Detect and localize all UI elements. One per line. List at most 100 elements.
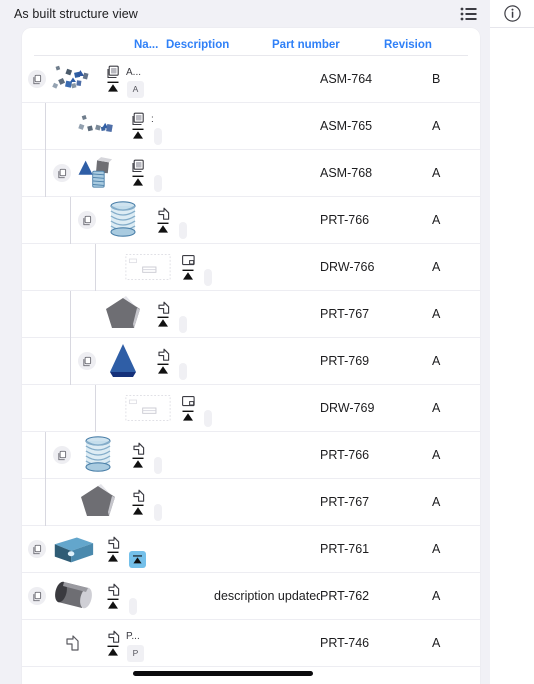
exploded-assembly-small-thumbnail [75,106,121,146]
row-revision: A [432,354,441,368]
cone-box-coil-assembly-thumbnail [75,153,121,193]
row-type-icons [102,582,124,610]
table-row[interactable]: PRT-766 A [22,196,480,244]
row-description: description updated [214,589,320,603]
expand-subtree-button[interactable] [78,211,96,229]
row-part-number: PRT-767 [320,495,370,509]
row-revision: A [432,495,441,509]
expand-subtree-button[interactable] [28,540,46,558]
row-status-badge [204,409,212,427]
expand-subtree-button[interactable] [53,164,71,182]
row-revision: A [432,542,441,556]
row-revision: B [432,72,441,86]
row-revision: A [432,166,441,180]
tree-guide-line [45,478,46,526]
blue-cone-thumbnail [100,341,146,381]
row-part-number: ASM-765 [320,119,373,133]
row-type-icons [152,206,174,234]
row-status-badge [129,550,146,568]
row-tree-cell [22,196,214,244]
row-type-icons [152,300,174,328]
page-title: As built structure view [14,7,138,21]
column-header-revision[interactable]: Revision [384,39,454,55]
row-tree-cell [22,337,214,385]
expand-subtree-button[interactable] [53,446,71,464]
table-row[interactable]: ASM-768 A [22,149,480,197]
row-revision: A [432,589,441,603]
tree-guide-line [45,431,46,479]
row-status-badge [154,174,162,192]
row-tree-cell [22,149,214,197]
row-type-icons [127,159,149,187]
table-row[interactable]: DRW-766 A [22,243,480,291]
column-header-part-number[interactable]: Part number [272,39,384,55]
structure-table: Na... Description Part number Revision A… [22,28,480,667]
row-tree-cell [22,431,214,479]
row-status-badge [154,127,162,145]
row-part-number: PRT-746 [320,636,370,650]
row-type-icons [127,112,149,140]
row-part-number: PRT-767 [320,307,370,321]
expand-subtree-button[interactable] [28,587,46,605]
drawing-sheet-thumbnail [125,388,171,428]
tree-guide-line [70,196,71,244]
right-info-rail [490,0,534,684]
row-name-text: A... [126,66,142,78]
row-name-text: : [151,113,154,125]
row-type-icons [152,347,174,375]
tree-guide-line [95,384,96,432]
column-header-name[interactable]: Na... [42,39,166,55]
row-revision: A [432,119,441,133]
row-name-text: P... [126,630,140,642]
tree-guide-line [95,243,96,291]
row-tree-cell: : [22,102,214,150]
row-status-badge [179,362,187,380]
row-type-icons [177,394,199,422]
list-view-icon[interactable] [460,6,478,22]
table-row[interactable]: : ASM-765 A [22,102,480,150]
row-revision: A [432,636,441,650]
row-type-icons [102,65,124,93]
row-part-number: PRT-761 [320,542,370,556]
expand-subtree-button[interactable] [28,70,46,88]
exploded-assembly-large-thumbnail [50,59,96,99]
row-revision: A [432,448,441,462]
table-row[interactable]: PRT-767 A [22,478,480,526]
expand-subtree-button[interactable] [78,352,96,370]
row-status-badge [179,221,187,239]
row-type-icons [177,253,199,281]
row-tree-cell [22,243,214,291]
row-part-number: PRT-762 [320,589,370,603]
row-part-number: PRT-766 [320,448,370,462]
row-status-badge [179,315,187,333]
grey-cylinder-thumbnail [50,576,96,616]
table-row[interactable]: PRT-769 A [22,337,480,385]
table-row[interactable]: PRT-761 A [22,526,480,573]
row-tree-cell [22,573,214,620]
table-row[interactable]: PRT-767 A [22,290,480,338]
info-circle-icon[interactable] [503,5,521,22]
structure-card: Na... Description Part number Revision A… [22,28,480,684]
table-row[interactable]: P... P PRT-746 A [22,620,480,667]
tree-guide-line [70,337,71,385]
table-row[interactable]: A... A ASM-764 B [22,56,480,103]
main-pane: As built structure view Na... Descriptio… [0,0,490,684]
table-row[interactable]: DRW-769 A [22,384,480,432]
table-header-row: Na... Description Part number Revision [34,28,468,56]
grey-pentagon-solid-thumbnail [100,294,146,334]
row-revision: A [432,307,441,321]
table-row[interactable]: PRT-766 A [22,431,480,479]
row-type-icons [127,488,149,516]
tree-guide-line [45,102,46,150]
row-type-icons [102,535,124,563]
table-row[interactable]: description updated PRT-762 A [22,573,480,620]
row-status-badge [204,268,212,286]
column-header-description[interactable]: Description [166,39,272,55]
row-revision: A [432,260,441,274]
row-part-number: PRT-766 [320,213,370,227]
tree-guide-line [70,290,71,338]
row-part-number: ASM-768 [320,166,373,180]
row-tree-cell [22,384,214,432]
row-part-number: DRW-766 [320,260,375,274]
row-status-badge: A [127,80,144,98]
